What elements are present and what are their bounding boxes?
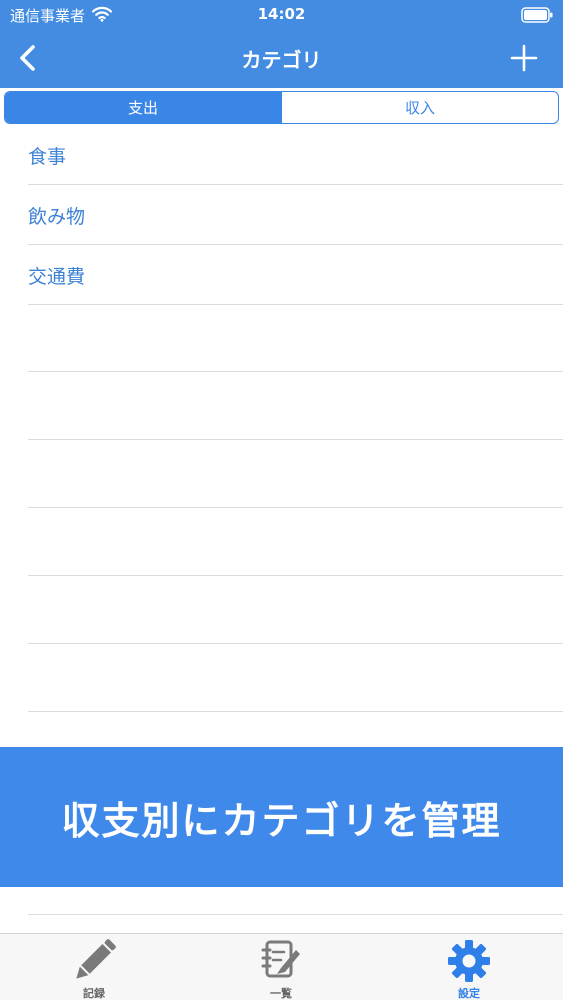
tab-list[interactable]: 一覧 bbox=[221, 934, 341, 1000]
tab-label: 一覧 bbox=[270, 987, 292, 1000]
back-button[interactable] bbox=[8, 38, 48, 78]
category-list: 食事 飲み物 交通費 bbox=[0, 125, 563, 305]
tab-record[interactable]: 記録 bbox=[34, 934, 154, 1000]
tab-settings[interactable]: 設定 bbox=[409, 934, 529, 1000]
row-separator bbox=[28, 439, 563, 440]
row-separator bbox=[28, 914, 563, 915]
segment-expense[interactable]: 支出 bbox=[5, 92, 281, 123]
list-item[interactable]: 交通費 bbox=[28, 245, 563, 305]
plus-icon bbox=[510, 44, 538, 72]
status-time: 14:02 bbox=[257, 5, 306, 23]
tab-label: 設定 bbox=[458, 987, 480, 1000]
page-title: カテゴリ bbox=[241, 48, 322, 72]
pencil-icon bbox=[76, 939, 116, 979]
list-item[interactable]: 食事 bbox=[28, 125, 563, 185]
category-label: 交通費 bbox=[28, 266, 86, 288]
row-separator bbox=[28, 643, 563, 644]
row-separator bbox=[28, 371, 563, 372]
banner-text: 収支別にカテゴリを管理 bbox=[61, 798, 502, 843]
type-segmented-control: 支出 収入 bbox=[4, 91, 559, 124]
add-category-button[interactable] bbox=[506, 40, 542, 76]
tab-label: 記録 bbox=[83, 987, 105, 1000]
nav-bar: カテゴリ bbox=[0, 30, 563, 88]
gear-icon bbox=[448, 940, 490, 982]
status-bar: 通信事業者 14:02 bbox=[0, 0, 563, 30]
battery-icon bbox=[521, 7, 553, 23]
row-separator bbox=[28, 575, 563, 576]
chevron-left-icon bbox=[20, 45, 35, 71]
category-label: 飲み物 bbox=[28, 206, 86, 228]
row-separator bbox=[28, 711, 563, 712]
tab-bar: 記録 一覧 設定 bbox=[0, 933, 563, 1000]
row-separator bbox=[28, 507, 563, 508]
list-item[interactable]: 飲み物 bbox=[28, 185, 563, 245]
header: 通信事業者 14:02 カテゴリ bbox=[0, 0, 563, 88]
promo-banner: 収支別にカテゴリを管理 bbox=[0, 747, 563, 887]
category-label: 食事 bbox=[28, 146, 67, 168]
notebook-edit-icon bbox=[261, 940, 300, 978]
segment-income[interactable]: 収入 bbox=[281, 92, 558, 123]
